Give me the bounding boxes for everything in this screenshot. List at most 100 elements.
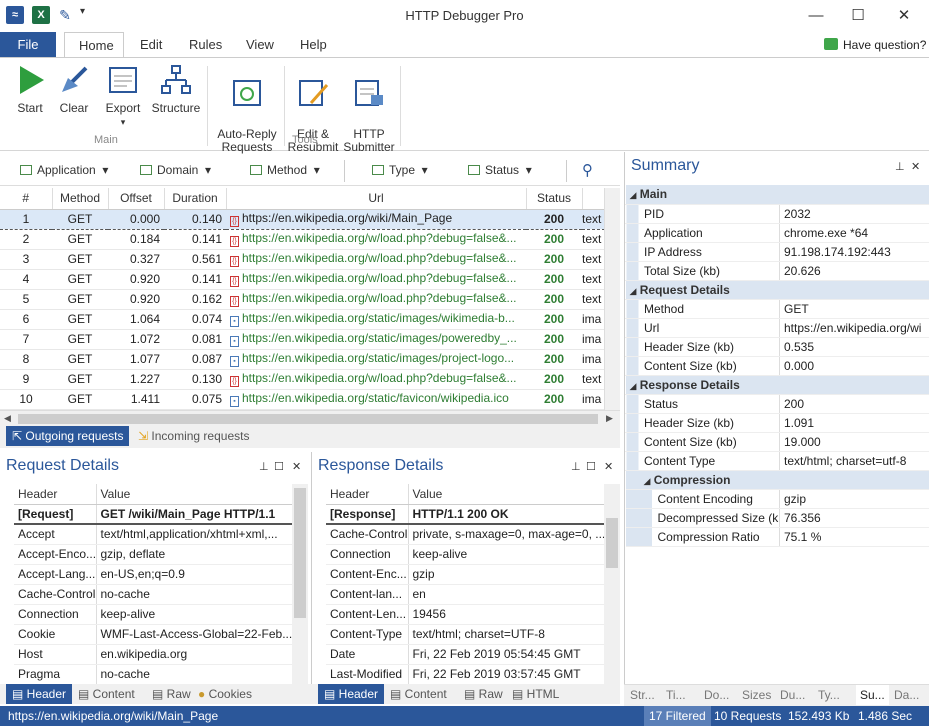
summary-group[interactable]: ◢ Main <box>625 185 929 205</box>
tab-home[interactable]: Home <box>64 32 124 58</box>
summary-group-header[interactable]: ◢ Request Details <box>625 280 929 300</box>
col-duration[interactable]: Duration <box>164 188 227 210</box>
tab-file[interactable]: File <box>0 32 56 58</box>
table-row[interactable]: 2 GET 0.184 0.141{} https://en.wikipedia.org… <box>0 229 604 250</box>
tab-help[interactable]: Help <box>286 32 341 58</box>
summary-tab[interactable]: Do... <box>704 688 729 702</box>
tab-rules[interactable]: Rules <box>175 32 236 58</box>
table-row[interactable]: 5 GET 0.920 0.162{} https://en.wikipedia.org… <box>0 289 604 310</box>
summary-group-header[interactable]: ◢ Compression <box>625 470 929 490</box>
table-row[interactable]: 6 GET 1.064 0.074 ▪ https://en.wikipedia.org/… <box>0 309 604 330</box>
request-cookies-tab[interactable]: ● Cookies <box>192 684 258 704</box>
maximize-pane-icon[interactable]: ☐ <box>586 460 596 473</box>
table-row[interactable]: 3 GET 0.327 0.561{} https://en.wikipedia.org… <box>0 249 604 270</box>
header-col[interactable]: Header <box>326 484 409 505</box>
scroll-thumb[interactable] <box>18 414 598 424</box>
status-filtered[interactable]: 17 Filtered <box>644 706 711 726</box>
summary-row[interactable]: Content Size (kb) 0.000 <box>625 356 929 376</box>
header-row[interactable]: Cache-Control private, s-maxage=0, max-ag… <box>326 524 604 545</box>
table-row[interactable]: 9 GET 1.227 0.130{} https://en.wikipedia.org… <box>0 369 604 390</box>
maximize-pane-icon[interactable]: ☐ <box>274 460 284 473</box>
grid-vertical-scrollbar[interactable] <box>604 188 620 410</box>
header-row[interactable]: Cache-Control no-cache <box>14 584 292 605</box>
export-button[interactable]: Export ▾ <box>100 64 146 129</box>
header-row[interactable]: Pragma no-cache <box>14 664 292 685</box>
filter-application[interactable]: Application ▾ <box>20 163 108 177</box>
summary-row[interactable]: Header Size (kb) 0.535 <box>625 337 929 357</box>
table-row[interactable]: 8 GET 1.077 0.087 ▪ https://en.wikipedia.org/… <box>0 349 604 370</box>
filter-type[interactable]: Type ▾ <box>372 163 428 177</box>
request-content-tab[interactable]: ▤ Content <box>72 684 141 704</box>
structure-button[interactable]: Structure <box>150 64 202 115</box>
summary-row[interactable]: PID 2032 <box>625 204 929 224</box>
summary-tab[interactable]: Su... <box>856 685 889 705</box>
collapse-icon[interactable]: ◢ <box>630 190 637 200</box>
request-raw-tab[interactable]: ▤ Raw <box>146 684 197 704</box>
header-row[interactable]: Content-lan... en <box>326 584 604 605</box>
filter-method[interactable]: Method ▾ <box>250 163 320 177</box>
close-pane-icon[interactable]: ✕ <box>604 460 613 473</box>
summary-row[interactable]: Total Size (kb) 20.626 <box>625 261 929 281</box>
summary-row[interactable]: Content Size (kb) 19.000 <box>625 432 929 452</box>
table-row[interactable]: 4 GET 0.920 0.141{} https://en.wikipedia.org… <box>0 269 604 290</box>
clear-button[interactable]: Clear <box>54 64 94 115</box>
summary-tab[interactable]: Str... <box>630 688 655 702</box>
value-col[interactable]: Value <box>96 484 292 505</box>
col-url[interactable]: Url <box>226 188 527 210</box>
summary-row[interactable]: Content Type text/html; charset=utf-8 <box>625 451 929 471</box>
header-row[interactable]: Cookie WMF-Last-Access-Global=22-Feb... <box>14 624 292 645</box>
col-type[interactable] <box>582 188 604 210</box>
summary-group[interactable]: ◢ Request Details <box>625 280 929 300</box>
collapse-icon[interactable]: ◢ <box>644 476 651 486</box>
have-question-link[interactable]: Have question? <box>843 38 926 52</box>
close-pane-icon[interactable]: ✕ <box>292 460 301 473</box>
header-row[interactable]: Accept-Lang... en-US,en;q=0.9 <box>14 564 292 585</box>
header-row[interactable]: Connection keep-alive <box>14 604 292 625</box>
request-header-tab[interactable]: ▤ Header <box>6 684 73 704</box>
start-button[interactable]: Start <box>10 64 50 115</box>
collapse-icon[interactable]: ◢ <box>630 381 637 391</box>
summary-tab[interactable]: Du... <box>780 688 805 702</box>
col-offset[interactable]: Offset <box>108 188 165 210</box>
pin-icon[interactable]: ⊥ <box>571 460 581 473</box>
table-row[interactable]: 10 GET 1.411 0.075 ▪ https://en.wikipedia.org… <box>0 389 604 410</box>
header-row[interactable]: Host en.wikipedia.org <box>14 644 292 665</box>
header-row[interactable]: Accept-Enco... gzip, deflate <box>14 544 292 565</box>
summary-row[interactable]: IP Address 91.198.174.192:443 <box>625 242 929 262</box>
summary-row[interactable]: Status 200 <box>625 394 929 414</box>
close-pane-icon[interactable]: ✕ <box>911 160 920 173</box>
maximize-icon[interactable]: ☐ <box>838 4 878 28</box>
header-row[interactable]: Content-Len... 19456 <box>326 604 604 625</box>
response-header-tab[interactable]: ▤ Header <box>318 684 385 704</box>
response-content-tab[interactable]: ▤ Content <box>384 684 453 704</box>
summary-row[interactable]: Decompressed Size (kb 76.356 <box>625 508 929 528</box>
response-html-tab[interactable]: ▤ HTML <box>506 684 565 704</box>
summary-tab[interactable]: Ty... <box>818 688 840 702</box>
col-method[interactable]: Method <box>52 188 109 210</box>
header-row[interactable]: Date Fri, 22 Feb 2019 05:54:45 GMT <box>326 644 604 665</box>
summary-row[interactable]: Content Encoding gzip <box>625 489 929 509</box>
summary-group-header[interactable]: ◢ Main <box>625 185 929 205</box>
table-row[interactable]: 1 GET 0.000 0.140{} https://en.wikipedia.org… <box>0 208 604 230</box>
http-submitter-button[interactable]: HTTP Submitter <box>341 64 397 154</box>
auto-reply-button[interactable]: Auto-Reply Requests <box>212 64 282 154</box>
header-row[interactable]: Content-Enc... gzip <box>326 564 604 585</box>
summary-row[interactable]: Application chrome.exe *64 <box>625 223 929 243</box>
header-col[interactable]: Header <box>14 484 97 505</box>
response-scrollbar[interactable] <box>604 484 620 684</box>
filter-status[interactable]: Status ▾ <box>468 163 532 177</box>
summary-row[interactable]: Header Size (kb) 1.091 <box>625 413 929 433</box>
col-status[interactable]: Status <box>526 188 583 210</box>
summary-group[interactable]: ◢ Compression <box>625 470 929 490</box>
summary-tab[interactable]: Da... <box>894 688 919 702</box>
chat-icon[interactable] <box>824 38 838 50</box>
collapse-icon[interactable]: ◢ <box>630 286 637 296</box>
tab-view[interactable]: View <box>232 32 288 58</box>
incoming-requests-tab[interactable]: ⇲ Incoming requests <box>132 426 255 446</box>
minimize-icon[interactable]: — <box>796 4 836 28</box>
value-col[interactable]: Value <box>408 484 604 505</box>
summary-row[interactable]: Compression Ratio 75.1 % <box>625 527 929 547</box>
tab-edit[interactable]: Edit <box>126 32 176 58</box>
summary-row[interactable]: Url https://en.wikipedia.org/wi <box>625 318 929 338</box>
summary-tab[interactable]: Ti... <box>666 688 686 702</box>
